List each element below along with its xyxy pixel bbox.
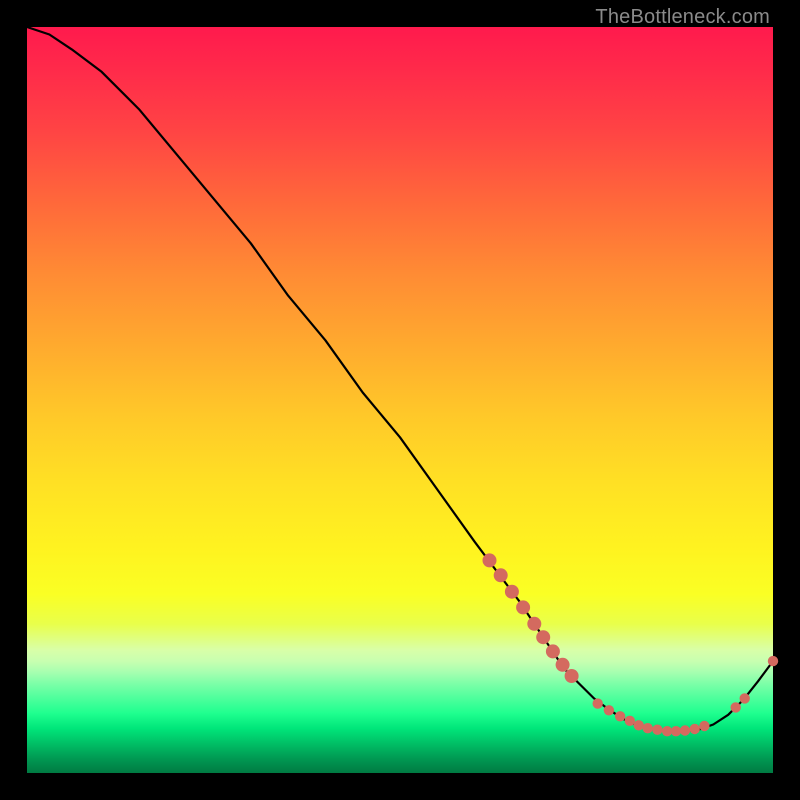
data-marker [546,644,560,658]
data-marker [527,617,541,631]
data-marker [625,716,635,726]
data-marker [615,711,625,721]
data-marker [643,723,653,733]
data-marker [483,553,497,567]
data-marker [536,630,550,644]
data-marker [690,724,700,734]
data-marker [731,702,741,712]
data-marker [604,705,614,715]
bottleneck-curve-line [27,27,773,731]
data-marker [565,669,579,683]
data-marker [652,725,662,735]
data-marker [494,568,508,582]
data-markers [483,553,779,736]
watermark-text: TheBottleneck.com [595,6,770,29]
data-marker [680,725,690,735]
chart-frame: TheBottleneck.com [0,0,800,800]
data-marker [662,726,672,736]
data-marker [740,693,750,703]
data-marker [699,721,709,731]
data-marker [516,600,530,614]
data-marker [768,656,778,666]
data-marker [556,658,570,672]
data-marker [671,726,681,736]
data-marker [593,698,603,708]
chart-svg [27,27,773,773]
data-marker [505,585,519,599]
plot-area [27,27,773,773]
data-marker [634,720,644,730]
